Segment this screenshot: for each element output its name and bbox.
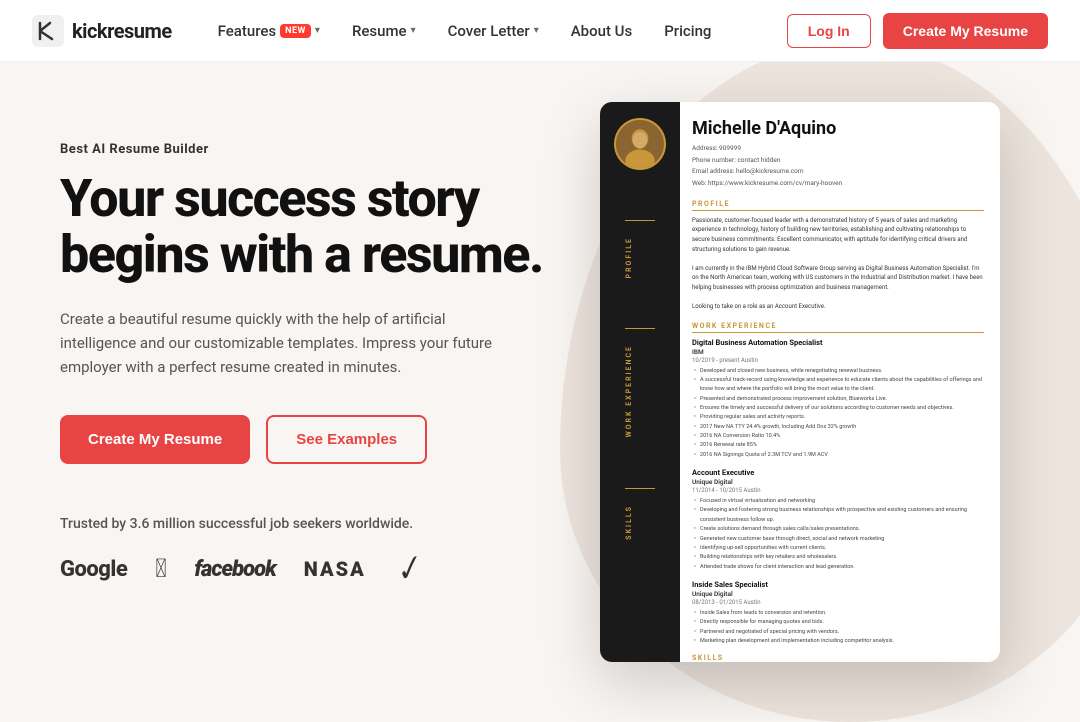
hero-buttons: Create My Resume See Examples xyxy=(60,415,560,464)
sidebar-work-label: WORK EXPERIENCE xyxy=(625,328,655,457)
nav-item-resume[interactable]: Resume ▾ xyxy=(338,14,430,48)
trust-text: Trusted by 3.6 million successful job se… xyxy=(60,516,560,532)
logo-text: kickresume xyxy=(72,19,172,43)
trusted-logos: Google  facebook NASA ✓ xyxy=(60,550,560,588)
resume-main-content: Michelle D'Aquino Address: 909999 Phone … xyxy=(680,102,1000,662)
job-3: Inside Sales Specialist Unique Digital 0… xyxy=(692,580,984,646)
nav-item-about[interactable]: About Us xyxy=(557,14,647,48)
facebook-logo: facebook xyxy=(194,557,275,582)
hero-description: Create a beautiful resume quickly with t… xyxy=(60,307,500,379)
resume-sidebar: PROFILE WORK EXPERIENCE SKILLS xyxy=(600,102,680,662)
resume-contact: Address: 909999 Phone number: contact hi… xyxy=(692,143,984,190)
resume-preview: PROFILE WORK EXPERIENCE SKILLS Michelle … xyxy=(600,102,1020,662)
nasa-logo: NASA xyxy=(304,557,366,581)
login-button[interactable]: Log In xyxy=(787,14,871,48)
resume-name: Michelle D'Aquino xyxy=(692,118,984,139)
hero-section: Best AI Resume Builder Your success stor… xyxy=(0,62,1080,675)
job-2: Account Executive Unique Digital 11/2014… xyxy=(692,468,984,572)
hero-title: Your success story begins with a resume. xyxy=(60,171,560,283)
kickresume-logo-icon xyxy=(32,15,64,47)
create-resume-hero-button[interactable]: Create My Resume xyxy=(60,415,250,464)
apple-logo:  xyxy=(155,554,166,584)
profile-text: Passionate, customer-focused leader with… xyxy=(692,216,984,312)
google-logo: Google xyxy=(60,557,127,582)
navbar: kickresume Features NEW ▾ Resume ▾ Cover… xyxy=(0,0,1080,62)
nike-logo: ✓ xyxy=(388,547,426,592)
nav-actions: Log In Create My Resume xyxy=(787,13,1048,49)
chevron-down-icon: ▾ xyxy=(315,25,320,36)
logo-link[interactable]: kickresume xyxy=(32,15,172,47)
nav-links: Features NEW ▾ Resume ▾ Cover Letter ▾ A… xyxy=(204,14,787,48)
sidebar-skills-label: SKILLS xyxy=(625,488,655,560)
chevron-down-icon: ▾ xyxy=(411,25,416,36)
hero-left-content: Best AI Resume Builder Your success stor… xyxy=(60,122,560,588)
create-resume-nav-button[interactable]: Create My Resume xyxy=(883,13,1048,49)
skills-section-title: SKILLS xyxy=(692,654,984,662)
trust-section: Trusted by 3.6 million successful job se… xyxy=(60,516,560,588)
nav-item-cover-letter[interactable]: Cover Letter ▾ xyxy=(434,14,553,48)
profile-section-title: PROFILE xyxy=(692,200,984,211)
resume-card: PROFILE WORK EXPERIENCE SKILLS Michelle … xyxy=(600,102,1000,662)
new-badge: NEW xyxy=(280,24,311,38)
work-section-title: WORK EXPERIENCE xyxy=(692,322,984,333)
see-examples-button[interactable]: See Examples xyxy=(266,415,427,464)
nav-item-features[interactable]: Features NEW ▾ xyxy=(204,14,334,48)
job-1: Digital Business Automation Specialist I… xyxy=(692,338,984,460)
sidebar-profile-label: PROFILE xyxy=(625,220,655,298)
resume-avatar xyxy=(614,118,666,170)
hero-tag: Best AI Resume Builder xyxy=(60,142,560,157)
chevron-down-icon: ▾ xyxy=(534,25,539,36)
nav-item-pricing[interactable]: Pricing xyxy=(650,14,725,48)
